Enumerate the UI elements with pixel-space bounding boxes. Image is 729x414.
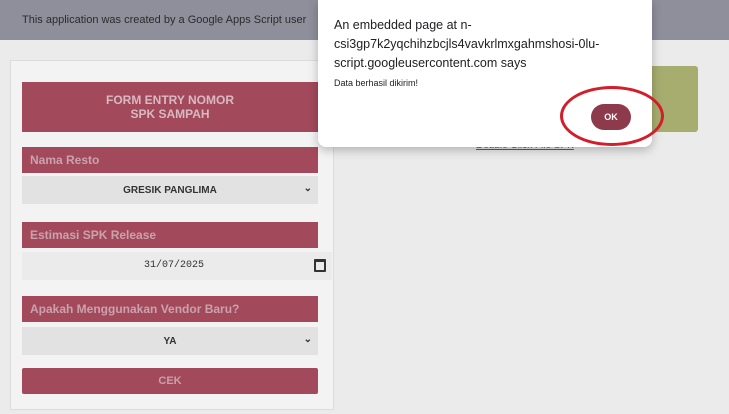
vendor-baru-label: Apakah Menggunakan Vendor Baru? xyxy=(22,296,318,322)
ok-highlight-circle xyxy=(560,86,664,146)
form-title: FORM ENTRY NOMOR SPK SAMPAH xyxy=(22,82,318,132)
calendar-icon[interactable] xyxy=(314,259,326,272)
nama-resto-label-text: Nama Resto xyxy=(30,153,100,167)
estimasi-spk-label: Estimasi SPK Release xyxy=(22,222,318,248)
vendor-baru-label-text: Apakah Menggunakan Vendor Baru? xyxy=(30,302,240,316)
vendor-baru-select[interactable]: YA ⌄ xyxy=(22,327,318,355)
estimasi-spk-date-input[interactable]: 31/07/2025 xyxy=(22,252,332,280)
cek-button[interactable]: CEK xyxy=(22,368,318,394)
form-title-line-1: FORM ENTRY NOMOR xyxy=(106,93,234,107)
vendor-baru-value: YA xyxy=(163,335,177,347)
estimasi-spk-label-text: Estimasi SPK Release xyxy=(30,228,157,242)
cek-button-label: CEK xyxy=(158,375,182,387)
nama-resto-value: GRESIK PANGLIMA xyxy=(123,184,217,196)
estimasi-spk-value: 31/07/2025 xyxy=(144,260,205,271)
dialog-message: Data berhasil dikirim! xyxy=(334,78,419,88)
chevron-down-icon: ⌄ xyxy=(303,183,312,194)
banner-text: This application was created by a Google… xyxy=(22,14,307,26)
dialog-title: An embedded page at n-csi3gp7k2yqchihzbc… xyxy=(334,18,600,70)
form-title-line-2: SPK SAMPAH xyxy=(130,107,210,121)
chevron-down-icon: ⌄ xyxy=(303,334,312,345)
nama-resto-label: Nama Resto xyxy=(22,147,318,173)
nama-resto-select[interactable]: GRESIK PANGLIMA ⌄ xyxy=(22,176,318,204)
